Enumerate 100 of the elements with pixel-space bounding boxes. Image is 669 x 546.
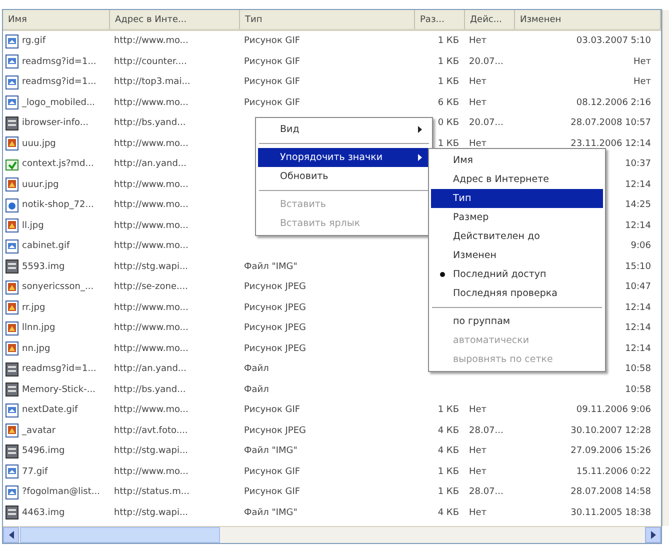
table-cell: 1 КБ [438,487,459,498]
column-header[interactable]: Тип [240,10,415,29]
table-cell: Рисунок JPEG [244,302,306,313]
scroll-right-icon[interactable] [650,531,656,539]
table-cell: http://top3.mai... [114,77,190,88]
menu-item[interactable]: Обновить [258,167,430,186]
table-cell: Рисунок GIF [244,405,300,416]
table-cell: 20.07... [469,56,504,67]
file-icon [5,34,19,49]
file-icon [5,136,19,152]
file-name: Memory-Stick-... [22,384,96,395]
file-name: llnn.jpg [22,323,56,334]
menu-item[interactable]: Действителен до [431,227,603,246]
menu-item[interactable]: Последняя проверка [431,284,603,303]
menu-item[interactable]: Имя [431,151,603,170]
table-cell: Рисунок GIF [244,36,300,46]
file-icon [5,280,19,295]
column-header[interactable]: Адрес в Инте... [110,10,240,29]
file-icon [5,156,19,172]
table-cell: Рисунок GIF [244,466,300,477]
menu-item[interactable]: Изменен [431,246,603,265]
table-cell: Рисунок GIF [244,77,300,88]
table-cell: 14:25 [625,200,651,210]
table-cell: http://www.mo... [114,36,188,46]
file-name: rg.gif [22,36,46,46]
table-cell: 28.07... [469,426,504,436]
file-icon [5,54,19,70]
table-cell: http://an.yand... [114,364,186,374]
table-cell: http://www.mo... [114,241,188,252]
table-cell: 23.11.2006 12:14 [570,138,651,149]
file-name: readmsg?id=1... [22,56,96,67]
menu-item[interactable]: Тип [431,189,603,208]
file-name: rr.jpg [22,302,46,313]
table-cell: http://bs.yand... [114,384,186,395]
file-name: readmsg?id=1... [22,364,96,374]
menu-item[interactable]: по группам [431,312,603,331]
table-cell: 28.07... [469,487,504,498]
file-icon [5,362,19,377]
checked-dot-icon [440,272,445,277]
scroll-left-icon[interactable] [8,531,14,539]
table-cell: 10:37 [625,159,651,170]
column-header[interactable]: Дейс... [465,10,515,29]
submenu-arrow-icon [418,126,422,133]
menu-item[interactable]: Размер [431,208,603,227]
file-icon [5,402,19,418]
horizontal-scrollbar[interactable] [3,526,661,543]
file-icon [5,464,19,480]
table-cell: Рисунок GIF [244,98,300,108]
table-cell: Файл [244,384,269,395]
table-cell: 27.09.2006 15:26 [570,446,651,456]
table-cell: http://bs.yand... [114,118,186,128]
table-cell: 9:06 [630,241,651,252]
menu-item[interactable]: Вид [258,120,430,139]
table-cell: 10:58 [625,364,651,374]
table-cell: Файл "IMG" [244,508,298,518]
file-icon [5,198,19,213]
table-cell: 12:14 [625,302,651,313]
table-cell: http://www.mo... [114,302,188,313]
table-cell: 12:14 [625,220,651,231]
menu-item[interactable]: Адрес в Интернете [431,170,603,189]
file-icon [5,238,19,254]
table-cell: Рисунок JPEG [244,344,306,354]
table-cell: Нет [469,508,487,518]
table-cell: 12:14 [625,180,651,190]
table-cell: http://www.mo... [114,466,188,477]
table-cell: 1 КБ [438,77,459,88]
table-cell: 6 КБ [438,98,459,108]
table-cell: Рисунок GIF [244,56,300,67]
vertical-scrollbar[interactable] [662,10,669,526]
table-cell: http://www.mo... [114,138,188,149]
table-cell: http://www.mo... [114,200,188,210]
table-cell: http://www.mo... [114,180,188,190]
table-cell: 12:14 [625,344,651,354]
table-cell: http://status.m... [114,487,190,498]
file-name: readmsg?id=1... [22,77,96,88]
table-cell: Нет [469,36,487,46]
table-cell: Рисунок JPEG [244,426,306,436]
table-cell: Рисунок JPEG [244,323,306,334]
file-name: sonyericsson_... [22,282,94,292]
menu-item[interactable]: Последний доступ [431,265,603,284]
file-icon [5,218,19,234]
table-cell: Нет [469,446,487,456]
column-header[interactable]: Изменен [515,10,661,29]
table-cell: 10:58 [625,384,651,395]
table-cell: Нет [633,77,651,88]
file-name: ibrowser-info... [22,118,88,128]
file-name: uuu.jpg [22,138,56,149]
table-cell: 12:14 [625,323,651,334]
file-name: 4463.img [22,508,65,518]
file-name: 5593.img [22,262,65,272]
column-header[interactable]: Имя [3,10,110,29]
table-cell: 4 КБ [438,446,459,456]
menu-item[interactable]: Упорядочить значки [258,148,430,167]
table-cell: http://stg.wapi... [114,508,188,518]
column-header[interactable]: Раз... [415,10,465,29]
file-icon [5,505,19,520]
file-name: 77.gif [22,466,48,477]
table-cell: Нет [469,77,487,88]
file-icon [5,259,19,274]
file-name: _logo_mobiled... [22,98,96,108]
